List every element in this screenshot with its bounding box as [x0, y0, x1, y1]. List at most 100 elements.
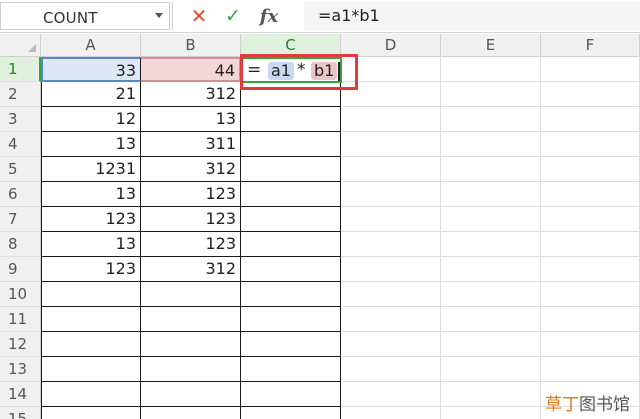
cell-d4[interactable]: [341, 132, 441, 157]
cell-a13[interactable]: [41, 357, 141, 382]
cell-f10[interactable]: [541, 282, 640, 307]
cell-f13[interactable]: [541, 357, 640, 382]
cell-b14[interactable]: [141, 382, 241, 407]
cell-f8[interactable]: [541, 232, 640, 257]
cell-c14[interactable]: [241, 382, 341, 407]
cell-a7[interactable]: 123: [41, 207, 141, 232]
cell-e11[interactable]: [441, 307, 541, 332]
row-header-13[interactable]: 13: [0, 357, 41, 382]
cell-b3[interactable]: 13: [141, 107, 241, 132]
insert-function-button[interactable]: fx: [254, 4, 284, 28]
cell-c12[interactable]: [241, 332, 341, 357]
cell-e14[interactable]: [441, 382, 541, 407]
formula-input[interactable]: =a1*b1: [304, 2, 640, 30]
cell-e13[interactable]: [441, 357, 541, 382]
cell-c7[interactable]: [241, 207, 341, 232]
cell-e12[interactable]: [441, 332, 541, 357]
cell-a5[interactable]: 1231: [41, 157, 141, 182]
select-all-corner[interactable]: [0, 34, 41, 57]
cell-d15[interactable]: [341, 407, 441, 419]
row-header-10[interactable]: 10: [0, 282, 41, 307]
row-header-3[interactable]: 3: [0, 107, 41, 132]
cell-a1[interactable]: 33: [41, 57, 141, 82]
cell-e7[interactable]: [441, 207, 541, 232]
cell-f1[interactable]: [541, 57, 640, 82]
cell-f5[interactable]: [541, 157, 640, 182]
cell-d5[interactable]: [341, 157, 441, 182]
cell-d3[interactable]: [341, 107, 441, 132]
cell-b13[interactable]: [141, 357, 241, 382]
cell-c13[interactable]: [241, 357, 341, 382]
cancel-formula-button[interactable]: ✕: [188, 4, 210, 28]
cell-b7[interactable]: 123: [141, 207, 241, 232]
cell-a14[interactable]: [41, 382, 141, 407]
cell-d11[interactable]: [341, 307, 441, 332]
column-header-c[interactable]: C: [241, 34, 341, 57]
row-header-5[interactable]: 5: [0, 157, 41, 182]
cell-f6[interactable]: [541, 182, 640, 207]
cell-a8[interactable]: 13: [41, 232, 141, 257]
cell-f9[interactable]: [541, 257, 640, 282]
column-header-b[interactable]: B: [141, 34, 241, 57]
row-header-4[interactable]: 4: [0, 132, 41, 157]
cell-c5[interactable]: [241, 157, 341, 182]
name-box[interactable]: COUNT: [0, 2, 170, 30]
row-header-15[interactable]: 15: [0, 407, 41, 419]
cell-e10[interactable]: [441, 282, 541, 307]
cell-b1[interactable]: 44: [141, 57, 241, 82]
enter-formula-button[interactable]: ✓: [222, 4, 244, 28]
cell-e6[interactable]: [441, 182, 541, 207]
row-header-1[interactable]: 1: [0, 57, 41, 82]
cell-c8[interactable]: [241, 232, 341, 257]
cell-c2[interactable]: [241, 82, 341, 107]
cell-e9[interactable]: [441, 257, 541, 282]
cell-b4[interactable]: 311: [141, 132, 241, 157]
cell-e4[interactable]: [441, 132, 541, 157]
cell-a3[interactable]: 12: [41, 107, 141, 132]
cell-e8[interactable]: [441, 232, 541, 257]
cell-c4[interactable]: [241, 132, 341, 157]
cell-a11[interactable]: [41, 307, 141, 332]
cell-d10[interactable]: [341, 282, 441, 307]
row-header-8[interactable]: 8: [0, 232, 41, 257]
row-header-6[interactable]: 6: [0, 182, 41, 207]
cell-a12[interactable]: [41, 332, 141, 357]
column-header-f[interactable]: F: [541, 34, 640, 57]
row-header-7[interactable]: 7: [0, 207, 41, 232]
cell-b6[interactable]: 123: [141, 182, 241, 207]
cell-c6[interactable]: [241, 182, 341, 207]
cell-d1[interactable]: [341, 57, 441, 82]
cell-d8[interactable]: [341, 232, 441, 257]
column-header-e[interactable]: E: [441, 34, 541, 57]
cell-b5[interactable]: 312: [141, 157, 241, 182]
row-header-11[interactable]: 11: [0, 307, 41, 332]
cell-d12[interactable]: [341, 332, 441, 357]
cell-d13[interactable]: [341, 357, 441, 382]
cell-b10[interactable]: [141, 282, 241, 307]
cell-a6[interactable]: 13: [41, 182, 141, 207]
cell-f11[interactable]: [541, 307, 640, 332]
cell-f3[interactable]: [541, 107, 640, 132]
cell-a2[interactable]: 21: [41, 82, 141, 107]
row-header-12[interactable]: 12: [0, 332, 41, 357]
row-header-2[interactable]: 2: [0, 82, 41, 107]
cell-c10[interactable]: [241, 282, 341, 307]
chevron-down-icon[interactable]: [155, 13, 163, 18]
cell-b8[interactable]: 123: [141, 232, 241, 257]
cell-d9[interactable]: [341, 257, 441, 282]
cell-e3[interactable]: [441, 107, 541, 132]
cell-d14[interactable]: [341, 382, 441, 407]
cell-a15[interactable]: [41, 407, 141, 419]
cell-c9[interactable]: [241, 257, 341, 282]
cell-c11[interactable]: [241, 307, 341, 332]
cell-b2[interactable]: 312: [141, 82, 241, 107]
cell-f2[interactable]: [541, 82, 640, 107]
row-header-9[interactable]: 9: [0, 257, 41, 282]
cell-e5[interactable]: [441, 157, 541, 182]
cell-a10[interactable]: [41, 282, 141, 307]
cell-b12[interactable]: [141, 332, 241, 357]
cell-b15[interactable]: [141, 407, 241, 419]
cell-c15[interactable]: [241, 407, 341, 419]
cell-b11[interactable]: [141, 307, 241, 332]
column-header-a[interactable]: A: [41, 34, 141, 57]
